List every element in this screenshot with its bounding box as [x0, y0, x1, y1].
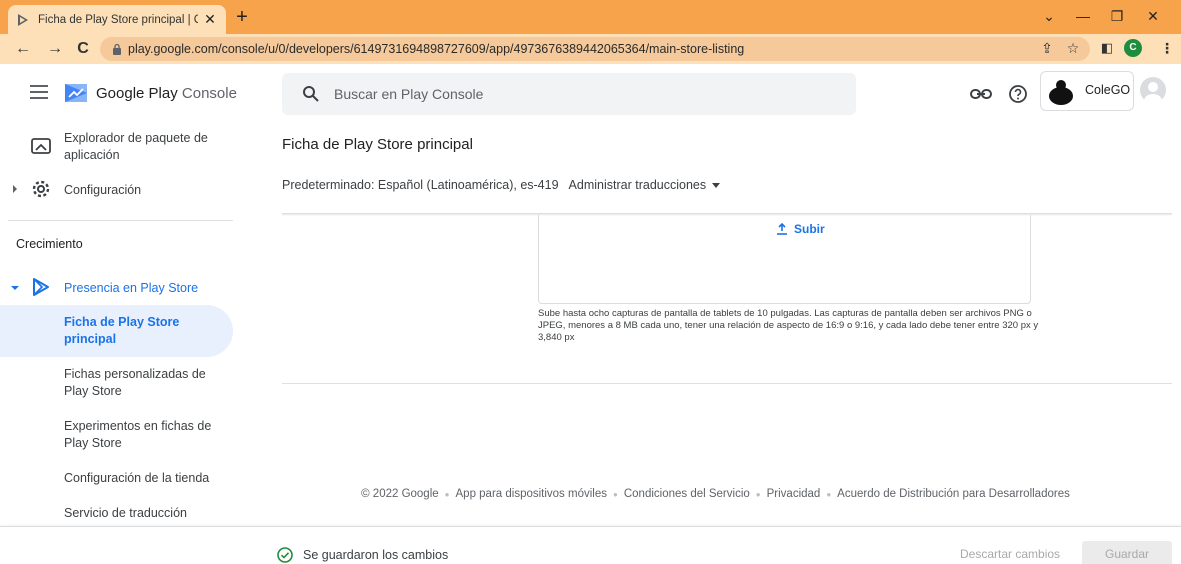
share-icon[interactable]: ⇪ [1036, 37, 1058, 59]
developer-avatar [1045, 76, 1077, 108]
reload-button[interactable]: C [72, 38, 94, 60]
sidebar-item-configuration[interactable]: Configuración [0, 180, 233, 202]
tab-search-icon[interactable]: ⌄ [1034, 4, 1064, 28]
menu-icon[interactable] [30, 85, 48, 99]
upload-button[interactable]: Subir [776, 222, 825, 236]
sidebar-item-label: Configuración [64, 183, 142, 197]
language-row: Predeterminado: Español (Latinoamérica),… [282, 178, 721, 192]
discard-changes-button[interactable]: Descartar cambios [950, 541, 1070, 564]
sidebar: Explorador de paquete de aplicación Conf… [0, 122, 262, 522]
help-icon[interactable] [1008, 84, 1028, 104]
footer-separator: ● [826, 490, 832, 499]
footer-link-privacy[interactable]: Privacidad [767, 488, 821, 502]
manage-translations-label: Administrar traducciones [568, 178, 707, 192]
google-play-console-logo-icon [65, 84, 87, 102]
app-name[interactable]: Google Play Console [96, 85, 237, 102]
chevron-right-icon[interactable] [10, 184, 20, 194]
sidebar-item-label: Presencia en Play Store [64, 281, 199, 295]
sidebar-item-store-listing-experiments[interactable]: Experimentos en fichas de Play Store [64, 418, 224, 452]
user-avatar-icon [1144, 82, 1162, 103]
content-divider [282, 383, 1172, 384]
sidebar-divider [8, 220, 233, 221]
sidebar-item-store-presence[interactable]: Presencia en Play Store [0, 278, 233, 300]
sidebar-section-title: Crecimiento [16, 237, 83, 251]
save-bar: Se guardaron los cambios Descartar cambi… [0, 526, 1181, 564]
save-status: Se guardaron los cambios [277, 547, 448, 563]
footer-link-mobile-app[interactable]: App para dispositivos móviles [456, 488, 608, 502]
sidebar-item-label: Explorador de paquete de aplicación [64, 131, 208, 162]
default-language-label: Predeterminado: Español (Latinoamérica),… [282, 178, 559, 192]
account-name: ColeGO [1085, 83, 1131, 97]
user-avatar[interactable] [1140, 77, 1166, 103]
browser-menu-icon[interactable]: ⋮ [1156, 37, 1178, 59]
link-icon[interactable] [970, 86, 992, 102]
app-name-main: Google Play [96, 85, 178, 102]
omnibox: play.google.com/console/u/0/developers/6… [100, 37, 1181, 61]
developer-account-switcher[interactable]: ColeGO [1040, 71, 1134, 111]
gear-icon [32, 180, 50, 198]
check-circle-icon [277, 547, 293, 563]
side-panel-icon[interactable]: ◧ [1096, 37, 1118, 59]
caret-down-icon [712, 182, 721, 188]
play-console-favicon-icon [18, 13, 28, 26]
footer-copyright: © 2022 Google [361, 488, 439, 500]
app-header: Google Play Console ColeGO [0, 64, 1181, 122]
manage-translations-dropdown[interactable]: Administrar traducciones [569, 178, 721, 192]
tab-close-icon[interactable]: ✕ [202, 11, 218, 28]
footer: © 2022 Google ● App para dispositivos mó… [0, 488, 1181, 502]
sidebar-item-app-bundle-explorer[interactable]: Explorador de paquete de aplicación [0, 130, 233, 166]
search-box [282, 73, 856, 115]
sidebar-item-custom-store-listings[interactable]: Fichas personalizadas de Play Store [64, 366, 224, 400]
url-text: play.google.com/console/u/0/developers/6… [128, 42, 745, 56]
lock-icon [113, 43, 121, 55]
close-window-button[interactable]: ✕ [1138, 4, 1168, 28]
save-status-text: Se guardaron los cambios [303, 548, 449, 562]
sidebar-item-translation-service[interactable]: Servicio de traducción [64, 505, 224, 522]
browser-tab-strip: Ficha de Play Store principal | Co ✕ + ⌄… [0, 0, 1181, 34]
browser-toolbar: ← → C play.google.com/console/u/0/develo… [0, 34, 1181, 64]
sidebar-item-main-store-listing[interactable]: Ficha de Play Store principal [64, 314, 224, 348]
save-button[interactable]: Guardar [1082, 541, 1172, 564]
profile-avatar[interactable]: C [1124, 39, 1142, 57]
footer-link-terms[interactable]: Condiciones del Servicio [624, 488, 750, 502]
screenshot-upload-area[interactable]: Subir [538, 215, 1031, 304]
minimize-button[interactable]: — [1068, 4, 1098, 28]
upload-label: Subir [794, 222, 825, 236]
app-bundle-explorer-icon [31, 138, 51, 154]
search-icon [303, 86, 319, 102]
restore-button[interactable]: ❐ [1102, 4, 1132, 28]
back-button[interactable]: ← [12, 38, 34, 60]
forward-button[interactable]: → [44, 38, 66, 60]
bookmark-star-icon[interactable]: ☆ [1062, 37, 1084, 59]
new-tab-button[interactable]: + [232, 6, 252, 28]
footer-separator: ● [755, 490, 761, 499]
tab-title: Ficha de Play Store principal | Co [38, 13, 198, 26]
footer-separator: ● [613, 490, 618, 499]
footer-link-developer-agreement[interactable]: Acuerdo de Distribución para Desarrollad… [837, 488, 1070, 502]
search-input[interactable] [334, 83, 814, 105]
upload-icon [777, 223, 787, 235]
address-bar[interactable]: play.google.com/console/u/0/developers/6… [100, 37, 1090, 61]
upload-help-text: Sube hasta ocho capturas de pantalla de … [538, 308, 1039, 343]
browser-tab[interactable]: Ficha de Play Store principal | Co ✕ [8, 5, 226, 34]
play-store-icon [33, 278, 49, 296]
footer-separator: ● [444, 490, 450, 499]
app-name-suffix: Console [181, 85, 237, 102]
chevron-down-icon[interactable] [10, 283, 20, 293]
page-title: Ficha de Play Store principal [282, 136, 473, 153]
sidebar-item-store-settings[interactable]: Configuración de la tienda [64, 470, 224, 487]
